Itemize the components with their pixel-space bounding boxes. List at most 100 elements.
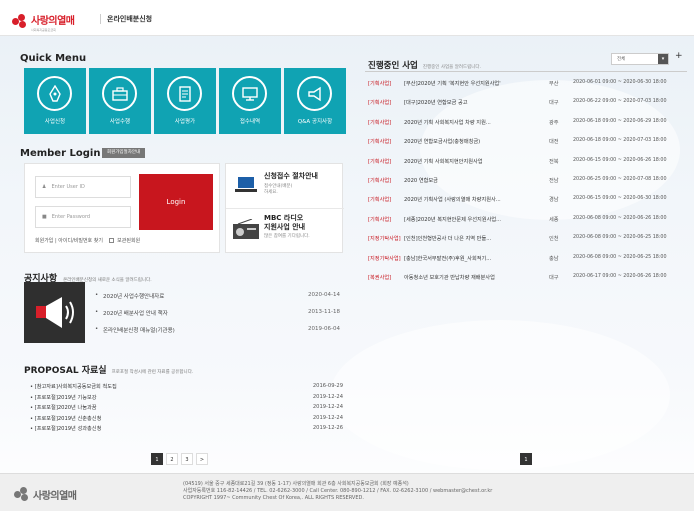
ongoing-pagination: 1 <box>520 453 532 465</box>
notice-item[interactable]: • 2020년 배분사업 안내 책자 2013-11-18 <box>95 308 340 325</box>
row-title: 2020년 기획 사회복지현안지원사업 <box>404 158 483 165</box>
ongoing-row[interactable]: [기획사업] 2020 연합모금 전남 2020-06-25 09:00 ~ 2020… <box>368 177 688 196</box>
page-button[interactable]: 3 <box>181 453 193 465</box>
row-region: 광주 <box>549 119 559 126</box>
proposal-item[interactable]: • [프로포절]2019년 신춘총신청 2019-12-24 <box>30 415 343 426</box>
page-button[interactable]: 2 <box>166 453 178 465</box>
save-id-checkbox[interactable] <box>108 238 114 243</box>
quick-menu-label: 사업평가 <box>174 119 196 125</box>
megaphone-icon <box>36 297 74 328</box>
quick-menu-grid: 사업신청 사업수행 사업평가 접수내역 Q&A 공지사항 <box>24 68 346 134</box>
ongoing-row[interactable]: [복권사업] 아동청소년 보호기관 반납차량 재배분사업 대구 2020-06-17 … <box>368 274 688 293</box>
proposal-date: 2019-12-24 <box>312 393 343 400</box>
region-select[interactable]: 전체 ▾ <box>611 53 669 65</box>
footer-logo: 사랑의열매 <box>14 486 77 502</box>
promo-title: MBC 라디오 <box>264 214 304 222</box>
quick-menu-execute[interactable]: 사업수행 <box>89 68 151 134</box>
row-title: 2020년 기획 사회복지사업 차량 지원... <box>404 119 491 126</box>
quick-menu-label: 접수내역 <box>239 119 261 125</box>
ongoing-title: 진행중인 사업 <box>368 61 418 71</box>
proposal-item[interactable]: • [참고자료]사회복지공동모금회 척도집 2016-09-29 <box>30 383 343 394</box>
row-region: 충남 <box>549 255 559 262</box>
proposal-text: • [프로포절]2020년 나눔과꿈 <box>30 405 97 411</box>
region-select-value: 전체 <box>617 57 626 62</box>
proposal-date: 2019-12-24 <box>312 414 343 421</box>
promo-title: 신청접수 절차안내 <box>264 172 318 180</box>
proposal-header: PROPOSAL 자료실 프로포절 작성시에 관련 자료를 공유합니다. <box>24 358 193 377</box>
row-title: [부산]2020년 기획 '복지현안 우선지원사업' <box>404 81 501 87</box>
laptop-icon <box>235 177 257 192</box>
fruit-logo-icon <box>12 13 28 29</box>
page-title[interactable]: 온라인배분신청 <box>100 14 152 24</box>
chevron-down-icon: ▾ <box>658 54 668 64</box>
proposal-item[interactable]: • [프로포절]2020년 나눔과꿈 2019-12-24 <box>30 404 343 415</box>
proposal-title: PROPOSAL 자료실 <box>24 366 107 376</box>
ongoing-row[interactable]: [기획사업] 2020년 기획 사회복지사업 차량 지원... 광주 2020-06-… <box>368 119 688 138</box>
proposal-subtitle: 프로포절 작성시에 관련 자료를 공유합니다. <box>111 370 194 375</box>
ongoing-row[interactable]: [지정기탁사업] [인천]인천형반공사 더 나은 지역 만들... 인천 2020-0… <box>368 235 688 254</box>
site-header: 사랑의열매 사회복지공동모금회 온라인배분신청 <box>0 0 694 36</box>
notice-date: 2013-11-18 <box>308 309 340 315</box>
promo-panel: 신청접수 절차안내 접수안내(배분) 하세요. MBC 라디오 지원사업 안내 … <box>225 163 344 254</box>
row-title: [인천]인천형반공사 더 나은 지역 만들... <box>404 236 492 243</box>
row-period: 2020-06-18 09:00 ~ 2020-07-03 18:00 <box>573 138 667 144</box>
ongoing-row[interactable]: [기획사업] [부산]2020년 기획 '복지현안 우선지원사업' 부산 2020-0… <box>368 80 688 99</box>
quick-menu-title: Quick Menu <box>20 53 87 64</box>
footer-logo-text: 사랑의열매 <box>33 490 77 502</box>
notice-item[interactable]: • 온라인배분신청 매뉴얼(기관용) 2019-06-04 <box>95 325 340 342</box>
ongoing-row[interactable]: [지정기탁사업] [충남]한국서부발전(주)후원_사회적기... 충남 2020-06… <box>368 255 688 274</box>
signup-guide-button[interactable]: 회원가입절차안내 <box>102 148 146 158</box>
find-account-link[interactable]: 회원가입 | 아이디/비밀번호 찾기 <box>35 238 103 244</box>
logo-subtext: 사회복지공동모금회 <box>31 28 56 32</box>
login-button[interactable]: Login <box>139 174 213 230</box>
row-region: 부산 <box>549 81 559 87</box>
proposal-date: 2019-12-26 <box>312 425 343 431</box>
notice-item[interactable]: • 2020년 사업수행안내자료 2020-04-14 <box>95 291 340 308</box>
proposal-item[interactable]: • [프로포절]2019년 성과총신청 2019-12-26 <box>30 425 343 436</box>
user-id-input[interactable]: ♟ Enter User ID <box>35 176 131 198</box>
more-button[interactable]: + <box>675 51 683 61</box>
row-period: 2020-06-17 09:00 ~ 2020-06-26 18:00 <box>573 273 667 279</box>
row-category: [기획사업] <box>368 158 392 165</box>
row-period: 2020-06-15 09:00 ~ 2020-06-26 18:00 <box>573 157 667 163</box>
promo-apply-guide[interactable]: 신청접수 절차안내 접수안내(배분) 하세요. <box>226 164 344 209</box>
quick-menu-history[interactable]: 접수내역 <box>219 68 281 134</box>
row-title: 2020년 연합모금사업(충청매칭금) <box>404 139 481 146</box>
login-panel: ♟ Enter User ID ■ Enter Password Login 회… <box>24 163 220 253</box>
megaphone-icon <box>297 76 332 111</box>
notice-list: • 2020년 사업수행안내자료 2020-04-14 • 2020년 배분사업 안내… <box>95 291 340 342</box>
password-placeholder: Enter Password <box>51 214 91 220</box>
ongoing-row[interactable]: [기획사업] 2020년 기획사업 (사랑의열매 차량지원사... 경남 2020-0… <box>368 196 688 215</box>
row-category: [기획사업] <box>368 119 392 126</box>
logo-text: 사랑의열매 <box>31 16 75 27</box>
promo-title-line2: 지원사업 안내 <box>264 223 306 231</box>
row-category: [기획사업] <box>368 139 392 146</box>
row-period: 2020-06-18 09:00 ~ 2020-06-29 18:00 <box>573 118 667 124</box>
row-title: [충남]한국서부발전(주)후원_사회적기... <box>404 255 492 262</box>
quick-menu-label: Q&A 공지사항 <box>297 119 333 125</box>
login-links: 회원가입 | 아이디/비밀번호 찾기 보관된회원 <box>35 237 140 244</box>
member-login-title: Member Login <box>20 148 101 159</box>
lock-icon: ■ <box>42 214 47 220</box>
row-category: [기획사업] <box>368 216 392 223</box>
page-button[interactable]: 1 <box>520 453 532 465</box>
ongoing-row[interactable]: [기획사업] 2020년 연합모금사업(충청매칭금) 대전 2020-06-18 09… <box>368 138 688 157</box>
password-input[interactable]: ■ Enter Password <box>35 206 131 228</box>
quick-menu-qna[interactable]: Q&A 공지사항 <box>284 68 346 134</box>
page-button[interactable]: 1 <box>151 453 163 465</box>
ongoing-row[interactable]: [기획사업] 2020년 기획 사회복지현안지원사업 전북 2020-06-15 09… <box>368 158 688 177</box>
row-period: 2020-06-22 09:00 ~ 2020-07-03 18:00 <box>573 99 667 105</box>
row-period: 2020-06-25 09:00 ~ 2020-07-08 18:00 <box>573 176 667 182</box>
proposal-item[interactable]: • [프로포절]2019년 기능보강 2019-12-24 <box>30 394 343 405</box>
next-page-button[interactable]: > <box>196 453 208 465</box>
quick-menu-label: 사업신청 <box>44 119 66 125</box>
quick-menu-evaluate[interactable]: 사업평가 <box>154 68 216 134</box>
ongoing-row[interactable]: [기획사업] [대구]2020년 연합모금 공고 대구 2020-06-22 09:0… <box>368 99 688 118</box>
footer-address: (04519) 서울 중구 세종대로21길 39 (정동 1-17) 사랑의열매… <box>183 481 409 487</box>
promo-mbc-radio[interactable]: MBC 라디오 지원사업 안내 많은 참여를 기다립니다. <box>226 209 344 254</box>
ongoing-row[interactable]: [기획사업] [세종]2020년 복지현안문제 우선지원사업... 세종 2020-0… <box>368 216 688 235</box>
cloud-decoration <box>330 320 670 470</box>
site-logo[interactable]: 사랑의열매 사회복지공동모금회 <box>12 9 75 32</box>
quick-menu-apply[interactable]: 사업신청 <box>24 68 86 134</box>
row-title: 아동청소년 보호기관 반납차량 재배분사업 <box>404 274 495 281</box>
